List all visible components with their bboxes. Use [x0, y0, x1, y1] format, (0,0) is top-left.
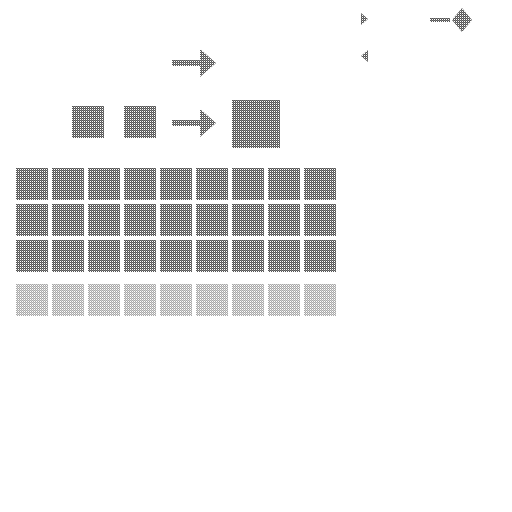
dark-tile [196, 168, 228, 200]
dark-tile [88, 240, 120, 272]
dark-tile [52, 204, 84, 236]
light-tile [304, 284, 336, 316]
merge-example [72, 100, 280, 148]
dark-tile [304, 168, 336, 200]
merge-input-tile [72, 106, 104, 138]
dark-tile [52, 168, 84, 200]
dark-tile [160, 168, 192, 200]
play-right-icon [361, 13, 368, 25]
arrow-right-icon [172, 49, 216, 77]
dark-tile [124, 204, 156, 236]
dark-tile [88, 168, 120, 200]
dark-tile [304, 240, 336, 272]
sprite-sheet-canvas [16, 8, 472, 316]
dark-tile [304, 204, 336, 236]
arrow-to-diamond-icon [430, 8, 472, 32]
light-tile [196, 284, 228, 316]
dark-tile [16, 168, 48, 200]
dark-tile [16, 204, 48, 236]
dark-tile [268, 204, 300, 236]
dark-tile [124, 168, 156, 200]
dark-tile [196, 204, 228, 236]
light-tile [268, 284, 300, 316]
light-tile [16, 284, 48, 316]
dark-tile [268, 240, 300, 272]
dark-tile [88, 204, 120, 236]
merge-input-tile [124, 106, 156, 138]
dark-tile [232, 204, 264, 236]
light-tile [160, 284, 192, 316]
dark-tile [52, 240, 84, 272]
dark-tile [268, 168, 300, 200]
light-tile [232, 284, 264, 316]
dark-tile [232, 168, 264, 200]
merge-output-tile [232, 100, 280, 148]
dark-tile [16, 240, 48, 272]
light-tile [88, 284, 120, 316]
light-tile [124, 284, 156, 316]
tile-grid [16, 168, 336, 316]
dark-tile [196, 240, 228, 272]
light-tile [52, 284, 84, 316]
dark-tile [124, 240, 156, 272]
dark-tile [232, 240, 264, 272]
dark-tile [160, 204, 192, 236]
play-left-icon [361, 50, 368, 62]
merge-arrow-icon [172, 109, 216, 137]
dark-tile [160, 240, 192, 272]
